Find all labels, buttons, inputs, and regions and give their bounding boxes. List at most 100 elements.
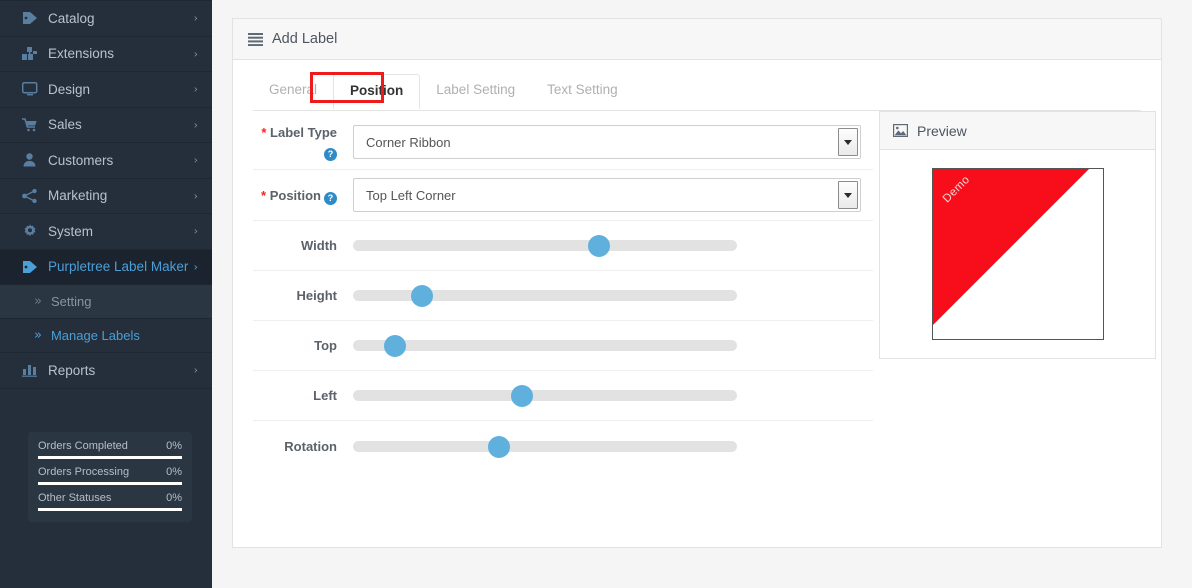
sidebar-item-extensions[interactable]: Extensions › (0, 37, 212, 73)
required-marker: * (261, 125, 266, 140)
chevron-right-icon: › (194, 47, 198, 60)
tag-icon (22, 11, 44, 25)
help-icon[interactable]: ? (324, 192, 337, 205)
slider-track[interactable] (353, 340, 737, 351)
height-slider[interactable] (353, 289, 737, 302)
stat-row: Other Statuses 0% (38, 492, 182, 511)
left-label: Left (253, 386, 353, 405)
preview-panel: Preview Demo (879, 111, 1156, 359)
chevron-right-icon: › (194, 260, 198, 273)
width-slider[interactable] (353, 239, 737, 252)
slider-thumb[interactable] (588, 235, 610, 257)
stat-label: Orders Completed (38, 440, 128, 452)
stat-label: Other Statuses (38, 492, 111, 504)
share-icon (22, 189, 44, 203)
label-type-label: * Label Type? (253, 123, 353, 161)
chevron-right-icon: › (194, 154, 198, 167)
sidebar-item-label: Extensions (48, 46, 114, 61)
sidebar-item-catalog[interactable]: Catalog › (0, 1, 212, 37)
sidebar-item-sales[interactable]: Sales › (0, 108, 212, 144)
slider-thumb[interactable] (511, 385, 533, 407)
tab-general[interactable]: General (253, 74, 333, 107)
slider-track[interactable] (353, 390, 737, 401)
form-and-preview-row: * Label Type? Corner Ribbon * (233, 111, 1161, 471)
tab-label-setting[interactable]: Label Setting (420, 74, 531, 107)
rotation-slider[interactable] (353, 440, 737, 453)
position-value: Top Left Corner (354, 188, 456, 203)
width-label: Width (253, 236, 353, 255)
rotation-label: Rotation (253, 437, 353, 456)
sidebar: Dashboard Catalog › Extensions › Design … (0, 0, 212, 588)
main-content: Add Label General Position Label Setting… (212, 0, 1192, 588)
form-row-top: Top (253, 321, 873, 371)
label-type-value: Corner Ribbon (354, 135, 451, 150)
form-row-width: Width (253, 221, 873, 271)
sidebar-item-label: Design (48, 82, 90, 97)
slider-thumb[interactable] (411, 285, 433, 307)
preview-title: Preview (917, 123, 967, 139)
chevron-right-icon: › (194, 12, 198, 25)
sidebar-item-label: Reports (48, 363, 95, 378)
height-label: Height (253, 286, 353, 305)
sidebar-item-purpletree-label-maker[interactable]: Purpletree Label Maker › (0, 250, 212, 286)
top-label: Top (253, 336, 353, 355)
preview-column: Preview Demo (879, 111, 1156, 471)
stat-label: Orders Processing (38, 466, 129, 478)
bar-chart-icon (22, 363, 44, 377)
sidebar-item-label: Purpletree Label Maker (48, 259, 188, 274)
label-preview-swatch: Demo (932, 168, 1104, 340)
field-label-text: Label Type (270, 125, 337, 140)
sidebar-item-design[interactable]: Design › (0, 72, 212, 108)
chevron-right-icon: › (194, 364, 198, 377)
order-stats-card: Orders Completed 0% Orders Processing 0%… (28, 432, 192, 522)
slider-thumb[interactable] (488, 436, 510, 458)
sidebar-item-system[interactable]: System › (0, 214, 212, 250)
sidebar-item-reports[interactable]: Reports › (0, 353, 212, 389)
required-marker: * (261, 188, 266, 203)
slider-track[interactable] (353, 240, 737, 251)
stat-progress-bar (38, 482, 182, 485)
sidebar-subitem-label: Setting (51, 294, 91, 309)
sidebar-item-marketing[interactable]: Marketing › (0, 179, 212, 215)
sidebar-item-label: Sales (48, 117, 82, 132)
form-row-rotation: Rotation (253, 421, 873, 471)
field-label-text: Position (270, 188, 321, 203)
stat-progress-bar (38, 508, 182, 511)
help-icon[interactable]: ? (324, 148, 337, 161)
form-row-height: Height (253, 271, 873, 321)
chevron-down-icon[interactable] (838, 128, 858, 156)
label-type-select[interactable]: Corner Ribbon (353, 125, 861, 159)
cart-icon (22, 118, 44, 132)
chevron-right-icon: › (194, 189, 198, 202)
sidebar-subitem-manage-labels[interactable]: » Manage Labels (0, 319, 212, 353)
position-select[interactable]: Top Left Corner (353, 178, 861, 212)
image-icon (893, 124, 908, 137)
tab-bar: General Position Label Setting Text Sett… (253, 73, 1141, 111)
double-chevron-icon: » (34, 328, 42, 343)
chevron-down-icon[interactable] (838, 181, 858, 209)
slider-thumb[interactable] (384, 335, 406, 357)
left-slider[interactable] (353, 389, 737, 402)
chevron-right-icon: › (194, 225, 198, 238)
page-title: Add Label (272, 31, 337, 47)
user-icon (22, 153, 44, 167)
position-form: * Label Type? Corner Ribbon * (253, 111, 873, 471)
tab-text-setting[interactable]: Text Setting (531, 74, 634, 107)
list-icon (248, 33, 263, 46)
slider-track[interactable] (353, 441, 737, 452)
form-row-left: Left (253, 371, 873, 421)
double-chevron-icon: » (34, 294, 42, 309)
form-row-position: * Position? Top Left Corner (253, 170, 873, 221)
add-label-panel: Add Label General Position Label Setting… (232, 18, 1162, 548)
monitor-icon (22, 82, 44, 96)
stat-row: Orders Processing 0% (38, 466, 182, 485)
sidebar-item-label: Marketing (48, 188, 107, 203)
top-slider[interactable] (353, 339, 737, 352)
sidebar-item-label: Catalog (48, 11, 95, 26)
tab-position[interactable]: Position (333, 74, 420, 109)
sidebar-item-customers[interactable]: Customers › (0, 143, 212, 179)
sidebar-subitem-setting[interactable]: » Setting (0, 285, 212, 319)
sidebar-item-label: System (48, 224, 93, 239)
panel-body: General Position Label Setting Text Sett… (233, 73, 1161, 471)
tag-icon (22, 260, 44, 274)
